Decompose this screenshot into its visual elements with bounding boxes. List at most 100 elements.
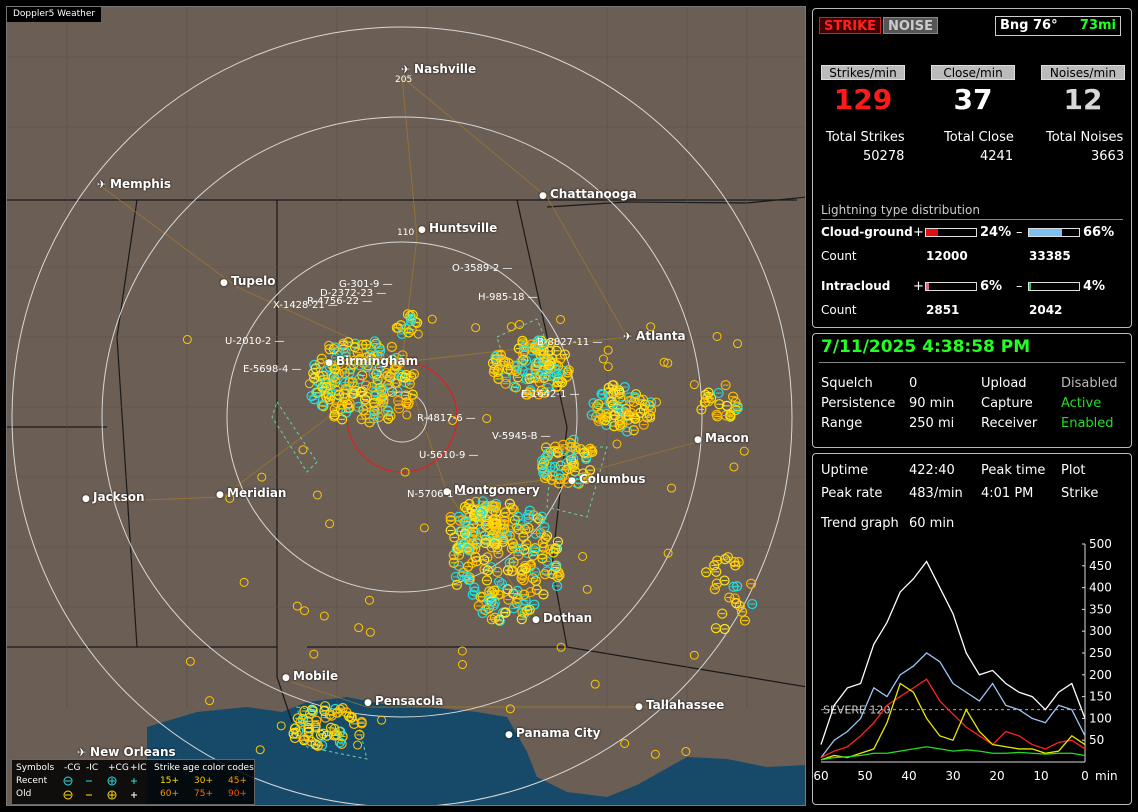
strike-symbol (505, 704, 515, 714)
city-name: Huntsville (429, 221, 498, 235)
strike-symbol (582, 584, 592, 594)
upload-value[interactable]: Disabled (1061, 376, 1117, 391)
settings-panel: 7/11/2025 4:38:58 PM Squelch 0 Upload Di… (812, 333, 1132, 448)
city-dot-icon: ● (694, 435, 705, 445)
strike-symbol (710, 623, 722, 634)
strike-symbol (612, 439, 622, 449)
strike-symbol (311, 715, 322, 726)
strike-symbols (182, 309, 758, 759)
strike-symbol (496, 578, 508, 590)
strike-symbol (518, 575, 529, 586)
receiver-label: Receiver (981, 416, 1038, 431)
strike-symbol (588, 398, 599, 409)
capture-value[interactable]: Active (1061, 396, 1101, 411)
strike-symbol (276, 721, 286, 731)
lightning-map[interactable]: ✈ Nashville ✈ Memphis ● Chattanooga ● Hunts… (6, 6, 806, 806)
city-name: New Orleans (90, 745, 176, 759)
strike-symbol (663, 548, 673, 558)
storm-cell-label[interactable]: R-4817-6 — (417, 413, 476, 424)
strike-symbol (400, 467, 410, 477)
storm-cell-label[interactable]: E-1642-1 — (521, 389, 580, 400)
storm-cell-label[interactable]: B-8827-11 — (537, 337, 602, 348)
storm-cell-label[interactable]: U-2010-2 — (225, 336, 285, 347)
total-noises-label: Total Noises (1046, 130, 1124, 145)
city-meridian: ● Meridian (216, 486, 286, 500)
storm-cell-label[interactable]: X-1428-21 — (273, 300, 338, 311)
storm-cell-label[interactable]: V-5945-B — (492, 431, 551, 442)
city-jackson: ● Jackson (82, 490, 145, 504)
strike-symbol (638, 419, 649, 430)
strike-symbol (590, 679, 600, 689)
strike-symbol (364, 595, 374, 605)
peak-time-label: Peak time (981, 463, 1046, 478)
squelch-value[interactable]: 0 (909, 376, 917, 391)
close-per-min-value: 37 (953, 83, 993, 116)
receiver-value[interactable]: Enabled (1061, 416, 1114, 431)
city-pensacola: ● Pensacola (364, 694, 443, 708)
total-strikes-label: Total Strikes (826, 130, 905, 145)
city-atlanta: ✈ Atlanta (623, 329, 686, 343)
strike-mode-button[interactable]: STRIKE (819, 17, 882, 34)
storm-cell-label[interactable]: O-3589-2 — (452, 263, 512, 274)
strike-symbol (419, 523, 429, 533)
plot-value[interactable]: Strike (1061, 486, 1098, 501)
strike-symbol (689, 650, 699, 660)
trend-graph-value[interactable]: 60 min (909, 516, 954, 531)
strike-symbol (538, 589, 549, 600)
city-dot-icon: ● (82, 494, 93, 504)
ic-label: Intracloud (821, 279, 891, 293)
strike-symbol (255, 745, 265, 755)
strike-symbol (529, 566, 541, 578)
strike-symbol (354, 623, 364, 633)
strike-symbol (182, 335, 192, 345)
strike-symbol (502, 584, 513, 595)
strike-symbol (298, 445, 308, 455)
legend-type-pos-ic: +IC (130, 763, 147, 773)
cg-negative-count: 33385 (1029, 249, 1071, 263)
strike-symbol (667, 483, 677, 493)
cg-positive-bar (925, 228, 977, 237)
city-name: Columbus (579, 472, 646, 486)
strike-symbol (739, 446, 749, 456)
city-tallahassee: ● Tallahassee (635, 698, 724, 712)
strike-symbol (312, 490, 322, 500)
city-name: Atlanta (636, 329, 686, 343)
city-dot-icon: ● (364, 698, 375, 708)
persistence-label: Persistence (821, 396, 896, 411)
city-dot-icon: ● (532, 615, 543, 625)
strike-symbol (545, 544, 556, 555)
city-dot-icon: ● (418, 225, 429, 235)
city-panama-city: ● Panama City (505, 726, 600, 740)
storm-cell-label[interactable]: E-5698-4 — (243, 364, 302, 375)
bearing-value: Bng 76° (1000, 18, 1058, 33)
strike-symbol (492, 566, 503, 577)
cg-count-label: Count (821, 249, 857, 263)
city-name: Panama City (516, 726, 601, 740)
strike-symbol (319, 611, 329, 621)
strike-symbol (689, 380, 699, 390)
strike-symbol (354, 729, 365, 740)
storm-cell-label[interactable]: U-5610-9 — (419, 450, 479, 461)
storm-cell-label[interactable]: H-985-18 — (478, 292, 538, 303)
strike-symbol (292, 601, 302, 611)
strike-symbol (239, 577, 249, 587)
city-huntsville: ● Huntsville (418, 221, 497, 235)
city-dot-icon: ● (539, 191, 550, 201)
city-dot-icon: ● (325, 358, 336, 368)
x-axis-label: min (1095, 769, 1118, 783)
strike-symbol (709, 584, 720, 595)
legend-symbols-label: Symbols (16, 763, 55, 773)
persistence-value[interactable]: 90 min (909, 396, 954, 411)
bearing-distance: 73mi (1079, 18, 1116, 33)
noises-per-min-value: 12 (1063, 83, 1103, 116)
distribution-title: Lightning type distribution (821, 203, 980, 217)
noise-mode-button[interactable]: NOISE (883, 17, 939, 34)
airport-icon: ✈ (97, 178, 111, 191)
storm-cell-label[interactable]: N-5706-1 — (407, 489, 467, 500)
strike-symbol (427, 314, 437, 324)
close-per-min-header: Close/min (931, 65, 1015, 80)
range-value[interactable]: 250 mi (909, 416, 954, 431)
strike-symbol (703, 387, 714, 398)
legend-type-neg-cg: -CG (64, 763, 81, 773)
strike-symbol (500, 378, 511, 389)
